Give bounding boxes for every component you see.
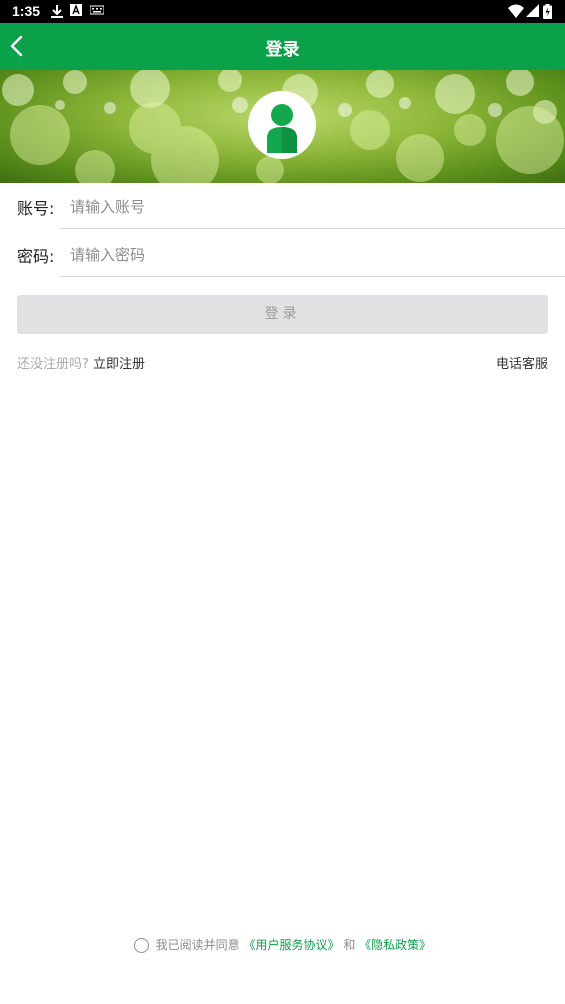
battery-icon (543, 4, 552, 19)
account-input[interactable] (68, 192, 542, 222)
password-row: 密码: (0, 231, 565, 277)
privacy-policy-link[interactable]: 《隐私政策》 (359, 938, 431, 952)
user-icon (267, 104, 297, 153)
keyboard-icon (90, 5, 104, 15)
wifi-icon (508, 4, 524, 18)
avatar (248, 91, 316, 159)
download-icon (51, 5, 63, 18)
app-bar: 登录 (0, 23, 565, 70)
user-agreement-link[interactable]: 《用户服务协议》 (243, 938, 339, 952)
status-time: 1:35 (12, 3, 41, 19)
page-title: 登录 (265, 40, 300, 60)
agreement-row: 我已阅读并同意 《用户服务协议》 和 《隐私政策》 (0, 936, 565, 953)
status-bar: 1:35 (0, 0, 565, 23)
divider (60, 276, 565, 277)
password-input[interactable] (68, 240, 542, 270)
signal-icon (526, 4, 539, 17)
agreement-prefix: 我已阅读并同意 (155, 938, 240, 952)
register-link[interactable]: 立即注册 (93, 357, 145, 372)
agree-radio[interactable] (133, 938, 149, 953)
account-row: 账号: (0, 183, 565, 229)
password-label: 密码: (17, 247, 55, 266)
register-question: 还没注册吗? (17, 357, 89, 372)
links-row: 还没注册吗? 立即注册 电话客服 (17, 353, 548, 373)
phone-service-link[interactable]: 电话客服 (496, 353, 548, 372)
agreement-and: 和 (343, 938, 356, 952)
a-icon (70, 4, 82, 16)
divider (60, 228, 565, 229)
login-button[interactable]: 登录 (17, 295, 548, 334)
account-label: 账号: (17, 199, 55, 218)
